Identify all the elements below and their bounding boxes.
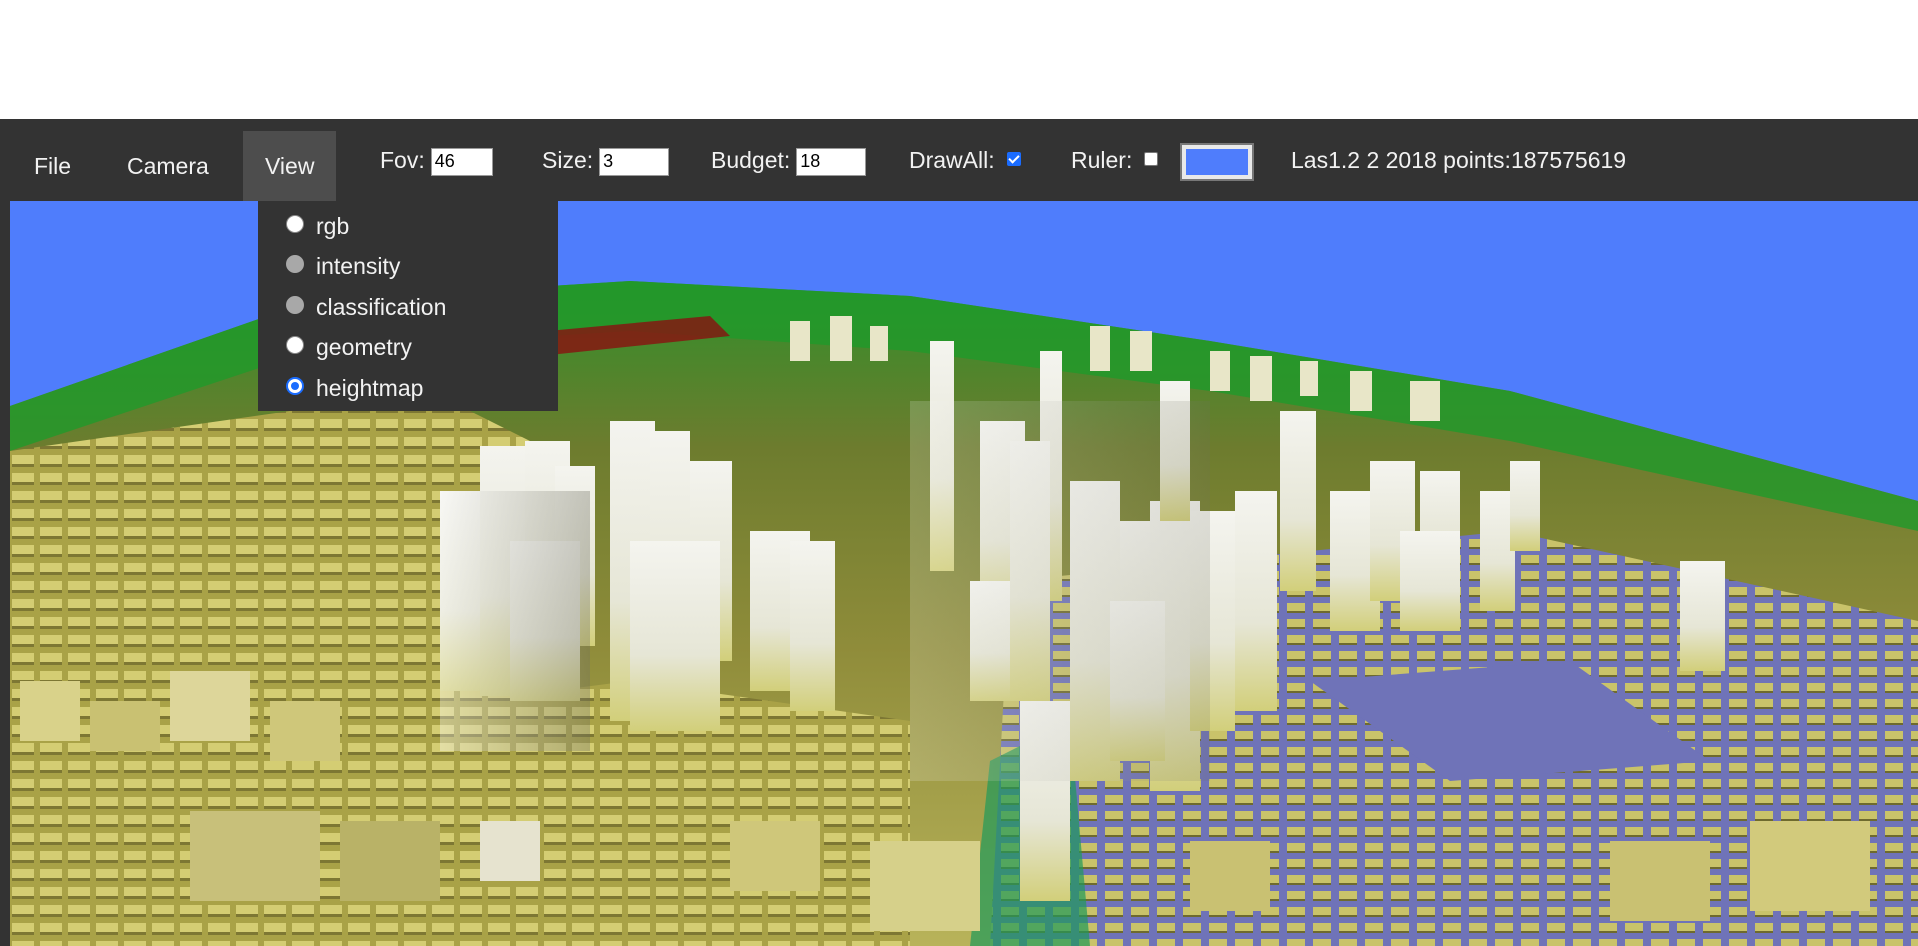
menu-file[interactable]: File	[12, 131, 93, 201]
viewport-frame	[0, 201, 10, 946]
fov-control: Fov:	[380, 119, 493, 201]
size-input[interactable]	[599, 147, 670, 176]
ruler-label: Ruler:	[1071, 147, 1133, 173]
view-option-label: heightmap	[316, 375, 424, 401]
color-swatch-button[interactable]	[1180, 143, 1254, 181]
ruler-control: Ruler:	[1071, 119, 1159, 201]
view-option-geometry[interactable]: geometry	[286, 327, 412, 367]
view-option-label: rgb	[316, 213, 350, 239]
budget-input[interactable]	[796, 147, 867, 176]
drawall-label: DrawAll:	[909, 147, 995, 173]
radio-intensity	[286, 254, 304, 273]
size-label: Size:	[542, 147, 594, 173]
radio-geometry[interactable]	[286, 335, 304, 354]
menu-view[interactable]: View	[243, 131, 337, 201]
view-dropdown-menu: rgb intensity classification geometry he…	[258, 201, 558, 411]
view-option-intensity: intensity	[286, 246, 400, 286]
radio-heightmap[interactable]	[286, 376, 304, 395]
size-control: Size:	[542, 119, 670, 201]
toolbar: File Camera View Fov: Size: Budget: Draw…	[0, 119, 1918, 201]
drawall-control: DrawAll:	[909, 119, 1021, 201]
color-swatch-fill	[1186, 149, 1248, 175]
radio-classification	[286, 295, 304, 314]
fov-label: Fov:	[380, 147, 425, 173]
ruler-checkbox[interactable]	[1144, 151, 1159, 166]
view-option-classification: classification	[286, 287, 446, 327]
fov-input[interactable]	[430, 147, 493, 176]
menu-camera[interactable]: Camera	[105, 131, 231, 201]
budget-control: Budget:	[711, 119, 867, 201]
view-option-heightmap[interactable]: heightmap	[286, 368, 423, 408]
status-text: Las1.2 2 2018 points:187575619	[1291, 147, 1627, 173]
view-option-label: geometry	[316, 334, 412, 360]
view-option-label: intensity	[316, 253, 401, 279]
budget-label: Budget:	[711, 147, 791, 173]
view-option-rgb[interactable]: rgb	[286, 206, 349, 246]
radio-rgb[interactable]	[286, 214, 304, 233]
drawall-checkbox[interactable]	[1006, 151, 1021, 166]
view-option-label: classification	[316, 294, 447, 320]
